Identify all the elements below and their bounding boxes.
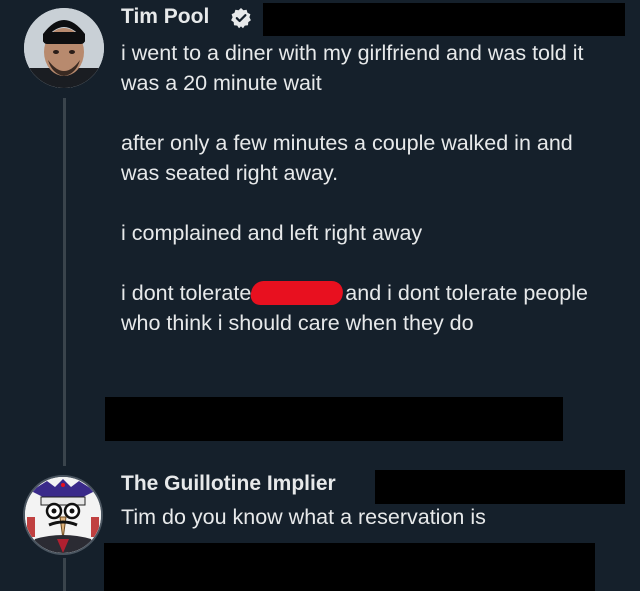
tweet-paragraph-2: after only a few minutes a couple walked… [121,131,573,185]
avatar-photo [24,8,104,88]
reply-author-avatar[interactable] [23,475,103,555]
tweet-body: i went to a diner with my girlfriend and… [121,38,621,338]
tweet-paragraph-4: i dont tolerate and i dont tolerate peopl… [121,278,601,338]
redacted-reply-handle [375,470,625,504]
tweet-paragraph-3: i complained and left right away [121,221,423,245]
thread-line-top [63,98,66,466]
reply-author-name[interactable]: The Guillotine Implier [121,472,336,496]
redacted-handle [263,3,625,36]
thread-line-bottom [63,558,66,591]
redacted-reply-footer [104,543,595,591]
avatar-cartoon [25,477,101,553]
tweet-author-name[interactable]: Tim Pool [121,5,209,29]
verified-badge-icon [231,8,251,29]
reply-body: Tim do you know what a reservation is [121,505,486,529]
tweet-paragraph-4-start: i dont tolerate [121,281,252,305]
redacted-tweet-footer [105,397,563,441]
tweet-paragraph-1: i went to a diner with my girlfriend and… [121,41,584,95]
tweet-author-avatar[interactable] [24,8,104,88]
red-scribble-redaction [248,281,346,305]
